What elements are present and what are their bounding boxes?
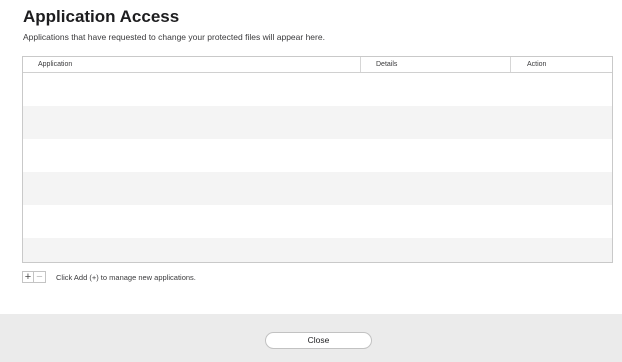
close-button[interactable]: Close: [265, 332, 372, 349]
table-body: [23, 73, 612, 262]
table-row: [23, 139, 612, 172]
application-access-window: Application Access Applications that hav…: [0, 0, 622, 362]
list-controls: + − Click Add (+) to manage new applicat…: [22, 271, 196, 283]
table-row: [23, 106, 612, 139]
table-header: Application Details Action: [23, 57, 612, 73]
table-row: [23, 172, 612, 205]
column-header-application[interactable]: Application: [23, 57, 361, 72]
page-subtitle: Applications that have requested to chan…: [23, 32, 325, 42]
add-hint-text: Click Add (+) to manage new applications…: [56, 272, 196, 282]
page-title: Application Access: [23, 7, 180, 26]
dialog-footer: Close: [0, 314, 622, 362]
table-row: [23, 238, 612, 262]
add-application-button[interactable]: +: [22, 271, 34, 283]
content-area: Application Access Applications that hav…: [0, 0, 622, 314]
applications-table: Application Details Action: [22, 56, 613, 263]
table-row: [23, 205, 612, 238]
column-header-action[interactable]: Action: [511, 57, 612, 72]
remove-application-button[interactable]: −: [34, 271, 46, 283]
table-row: [23, 73, 612, 106]
column-header-details[interactable]: Details: [361, 57, 511, 72]
